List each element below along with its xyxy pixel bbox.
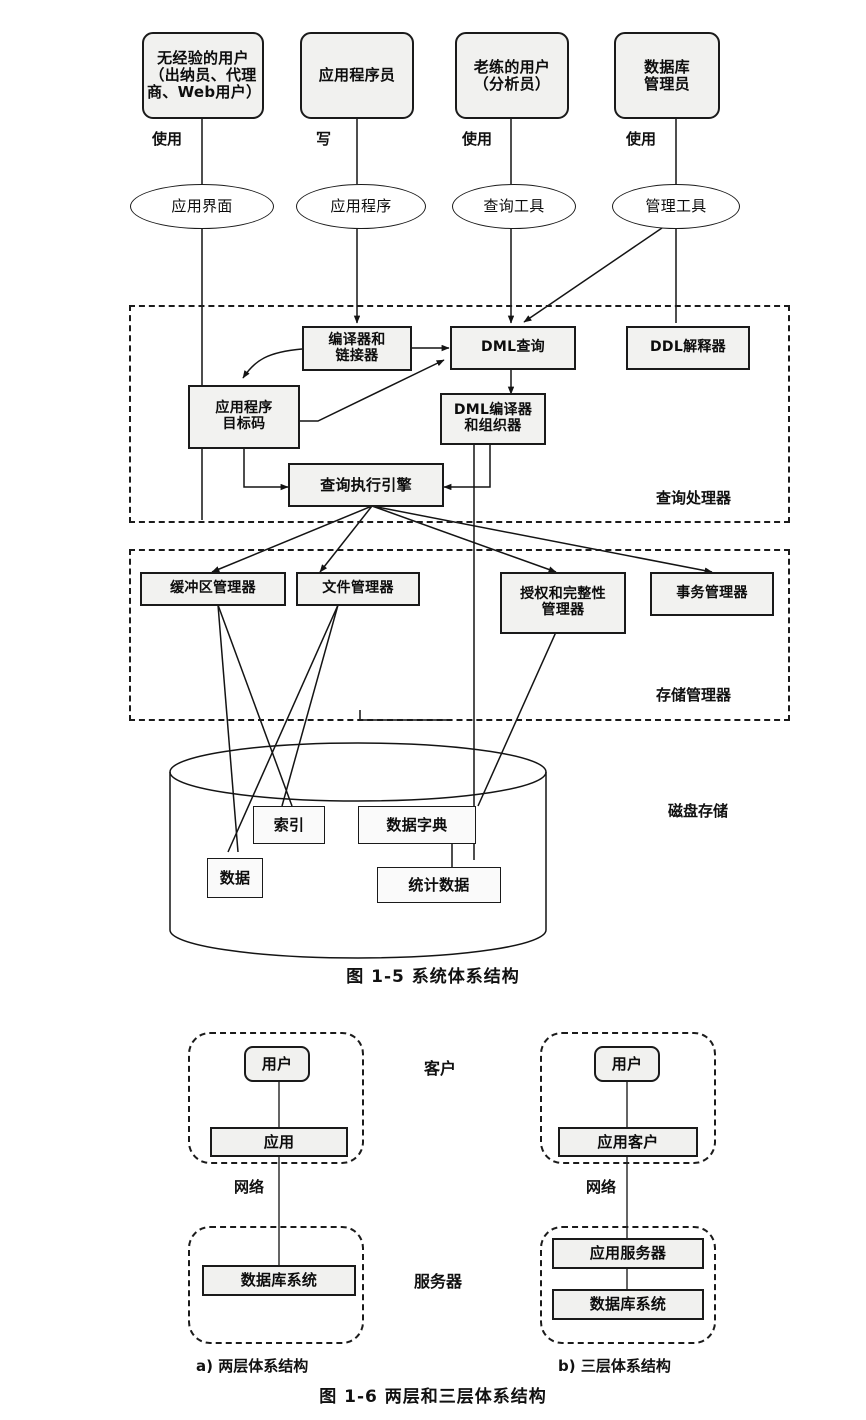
tool-admin-tool: 管理工具 xyxy=(612,184,740,229)
relation-naive-users: 使用 xyxy=(152,130,183,148)
actor-label: 应用程序员 xyxy=(318,66,396,85)
node-compiler-linker: 编译器和 链接器 xyxy=(302,326,412,371)
node-dml-compiler: DML编译器 和组织器 xyxy=(440,393,546,445)
node-buffer-manager: 缓冲区管理器 xyxy=(140,572,286,606)
actor-label: 数据库 管理员 xyxy=(644,57,690,93)
node-data: 数据 xyxy=(207,858,263,898)
actor-label: 老练的用户 （分析员） xyxy=(473,57,551,93)
three-tier-network-label: 网络 xyxy=(586,1178,617,1196)
three-tier-node-user: 用户 xyxy=(594,1046,660,1082)
node-data-dictionary: 数据字典 xyxy=(358,806,476,844)
figure2-server-label: 服务器 xyxy=(414,1272,463,1291)
figure2-caption: 图 1-6 两层和三层体系结构 xyxy=(319,1387,547,1407)
actor-sophisticated-users: 老练的用户 （分析员） xyxy=(455,32,569,119)
node-transaction-manager: 事务管理器 xyxy=(650,572,774,616)
node-file-manager: 文件管理器 xyxy=(296,572,420,606)
tool-app-program: 应用程序 xyxy=(296,184,426,229)
relation-app-programmers: 写 xyxy=(316,130,332,148)
two-tier-node-app: 应用 xyxy=(210,1127,348,1157)
query-processor-title: 查询处理器 xyxy=(656,489,732,507)
actor-dba: 数据库 管理员 xyxy=(614,32,720,119)
node-index: 索引 xyxy=(253,806,325,844)
node-ddl-interpreter: DDL解释器 xyxy=(626,326,750,370)
tool-app-interface: 应用界面 xyxy=(130,184,274,229)
figure1-caption: 图 1-5 系统体系结构 xyxy=(346,967,520,987)
figure2-client-label: 客户 xyxy=(424,1059,457,1078)
three-tier-subcaption: b) 三层体系结构 xyxy=(558,1357,671,1375)
storage-manager-title: 存储管理器 xyxy=(656,686,732,704)
disk-storage-title: 磁盘存储 xyxy=(668,802,729,820)
node-app-object-code: 应用程序 目标码 xyxy=(188,385,300,449)
three-tier-node-app-client: 应用客户 xyxy=(558,1127,698,1157)
node-dml-query: DML查询 xyxy=(450,326,576,370)
actor-label: 无经验的用户 （出纳员、代理 商、Web用户） xyxy=(147,49,262,101)
relation-sophisticated-users: 使用 xyxy=(462,130,493,148)
relation-dba: 使用 xyxy=(626,130,657,148)
actor-app-programmers: 应用程序员 xyxy=(300,32,414,119)
tool-query-tool: 查询工具 xyxy=(452,184,576,229)
two-tier-node-user: 用户 xyxy=(244,1046,310,1082)
node-query-engine: 查询执行引擎 xyxy=(288,463,444,507)
three-tier-node-app-server: 应用服务器 xyxy=(552,1238,704,1269)
three-tier-node-db-system: 数据库系统 xyxy=(552,1289,704,1320)
two-tier-node-db-system: 数据库系统 xyxy=(202,1265,356,1296)
node-authorization-manager: 授权和完整性 管理器 xyxy=(500,572,626,634)
two-tier-network-label: 网络 xyxy=(234,1178,265,1196)
node-statistics: 统计数据 xyxy=(377,867,501,903)
two-tier-subcaption: a) 两层体系结构 xyxy=(196,1357,309,1375)
actor-naive-users: 无经验的用户 （出纳员、代理 商、Web用户） xyxy=(142,32,264,119)
